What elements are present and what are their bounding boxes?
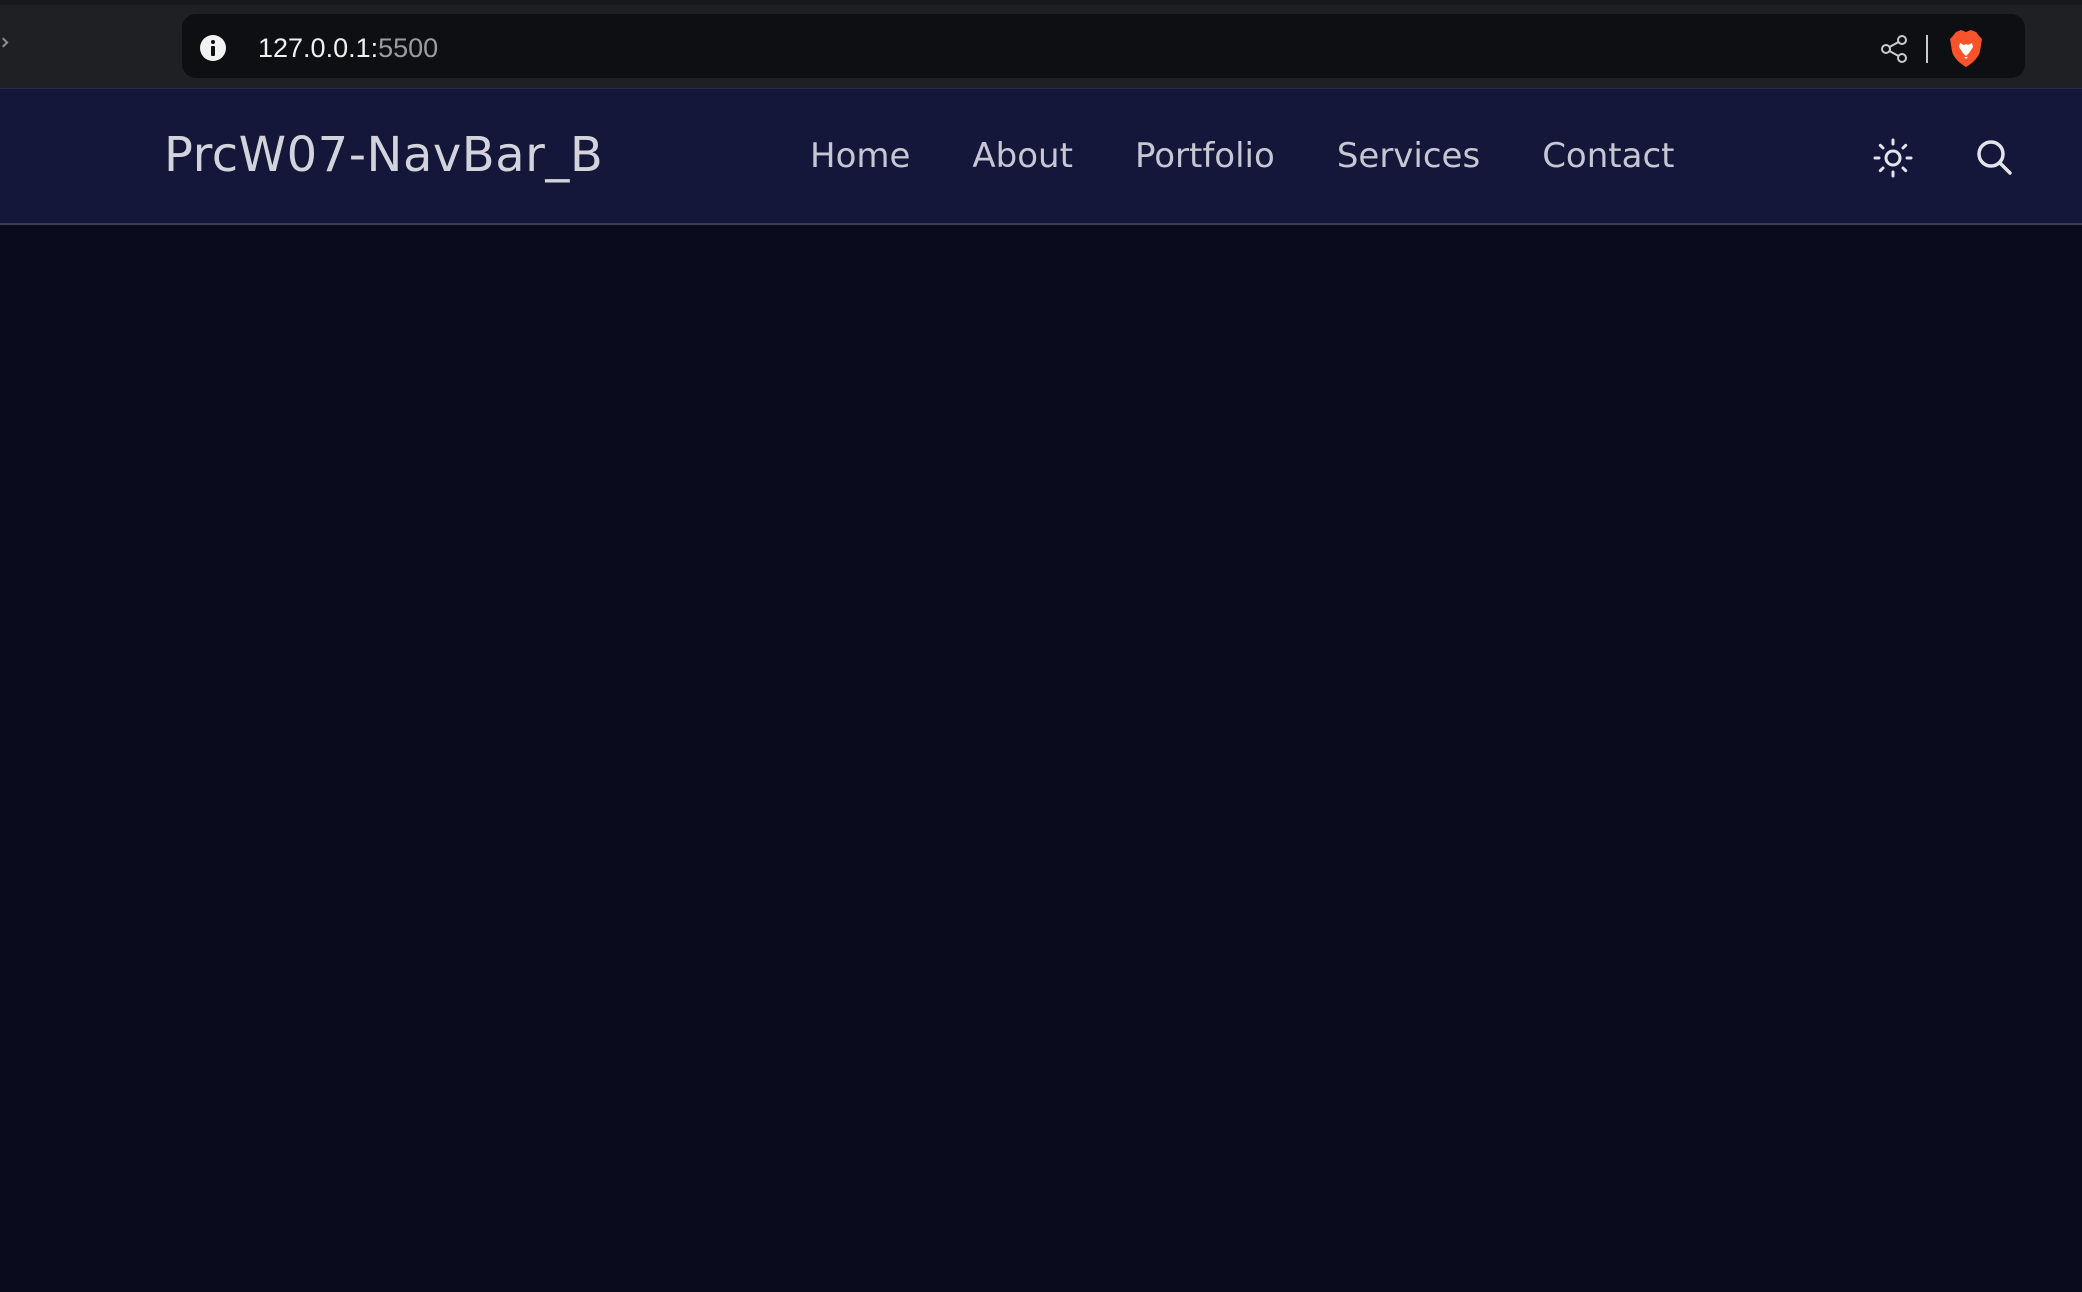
- nav-links: Home About Portfolio Services Contact: [810, 135, 1674, 177]
- sun-icon[interactable]: [1872, 137, 1914, 179]
- browser-toolbar: 127.0.0.1:5500: [0, 0, 2082, 88]
- toolbar-divider: [1926, 35, 1928, 63]
- site-navbar: PrcW07-NavBar_B Home About Portfolio Ser…: [0, 88, 2082, 225]
- brave-lion-icon[interactable]: [1948, 29, 1984, 69]
- nav-link-home[interactable]: Home: [810, 135, 910, 177]
- url-host: 127.0.0.1:: [258, 33, 379, 63]
- search-icon[interactable]: [1974, 137, 2014, 177]
- info-icon[interactable]: [200, 35, 226, 61]
- nav-link-contact[interactable]: Contact: [1542, 135, 1674, 177]
- nav-link-portfolio[interactable]: Portfolio: [1135, 135, 1275, 177]
- url-port: 5500: [378, 33, 439, 63]
- url-text[interactable]: 127.0.0.1:5500: [258, 31, 438, 65]
- nav-link-about[interactable]: About: [972, 135, 1073, 177]
- address-bar[interactable]: [182, 14, 2025, 78]
- site-brand[interactable]: PrcW07-NavBar_B: [164, 125, 603, 185]
- back-arrow-icon[interactable]: [0, 37, 9, 48]
- nav-link-services[interactable]: Services: [1337, 135, 1480, 177]
- share-icon[interactable]: [1878, 33, 1910, 65]
- page-body: [0, 225, 2082, 1292]
